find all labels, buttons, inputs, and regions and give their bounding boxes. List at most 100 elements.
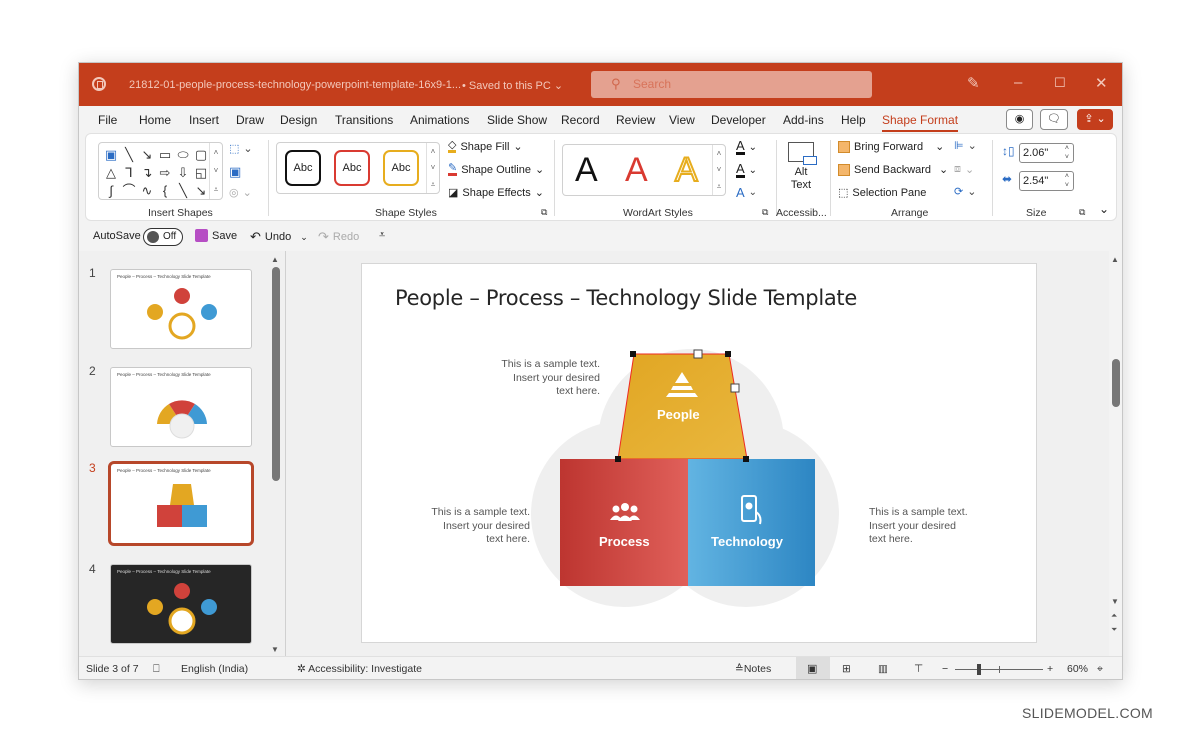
tab-view[interactable]: View [669, 113, 695, 127]
align-button[interactable]: ⊫ ⌄ [954, 139, 977, 152]
arrow-line-shape-icon[interactable]: ↘ [138, 146, 156, 164]
spinner-arrows-icon[interactable]: ˄ ˅ [1065, 144, 1069, 162]
arrow2-shape-icon[interactable]: ↘ [192, 182, 210, 200]
scroll-up-icon[interactable]: ˄ [210, 143, 222, 162]
slide-thumbnail-3[interactable]: People – Process – Technology Slide Temp… [108, 461, 254, 546]
scroll-up-icon[interactable]: ˄ [427, 143, 439, 160]
scroll-up-icon[interactable]: ˄ [713, 145, 725, 162]
scroll-down-arrow-icon[interactable]: ▼ [1111, 597, 1119, 606]
save-status[interactable]: • Saved to this PC ⌄ [462, 79, 563, 92]
scroll-up-arrow-icon[interactable]: ▲ [1111, 255, 1119, 264]
tab-shape-format[interactable]: Shape Format [882, 113, 959, 132]
sample-text-process[interactable]: This is a sample text. Insert your desire… [408, 506, 530, 547]
next-slide-icon[interactable]: ⏷ [1111, 625, 1117, 635]
shape-effects-button[interactable]: ◪ Shape Effects ⌄ [448, 186, 544, 200]
tab-file[interactable]: File [98, 113, 117, 127]
spinner-arrows-icon[interactable]: ˄ ˅ [1065, 172, 1069, 190]
tab-review[interactable]: Review [616, 113, 655, 127]
shape-fill-button[interactable]: ◇ Shape Fill ⌄ [448, 140, 523, 153]
size-launcher-icon[interactable]: ⧉ [1079, 207, 1085, 218]
collapse-ribbon-icon[interactable]: ⌄ [1099, 202, 1109, 216]
wordart-gallery[interactable]: A A A ˄ ˅ ⩡ [562, 144, 726, 196]
shape-style-red[interactable]: Abc [334, 150, 370, 186]
undo-button[interactable]: ↶ Undo ⌄ [250, 229, 308, 245]
selection-pane-button[interactable]: ⬚ Selection Pane [838, 186, 926, 200]
wordart-black[interactable]: A [575, 151, 598, 190]
zoom-slider-thumb[interactable] [977, 664, 982, 675]
zoom-level[interactable]: 60% [1067, 663, 1088, 675]
shape-styles-launcher-icon[interactable]: ⧉ [541, 207, 547, 218]
tab-transitions[interactable]: Transitions [335, 113, 393, 127]
accessibility-button[interactable]: ✲ Accessibility: Investigate [297, 663, 422, 675]
share-button[interactable]: ⇪ ⌄ [1077, 109, 1113, 130]
shapes-gallery-scroll[interactable]: ˄ ˅ ⩡ [209, 143, 222, 199]
tab-help[interactable]: Help [841, 113, 866, 127]
scroll-down-arrow-icon[interactable]: ▼ [271, 645, 279, 654]
rounded-rectangle-shape-icon[interactable]: ▢ [192, 146, 210, 164]
reading-view-button[interactable]: ▥ [878, 663, 888, 675]
scroll-up-arrow-icon[interactable]: ▲ [271, 255, 279, 264]
designer-pen-icon[interactable]: ✎ [967, 74, 980, 92]
fit-to-window-icon[interactable]: ⌖ [1097, 663, 1103, 676]
zoom-out-button[interactable]: − [942, 663, 948, 675]
shapes-gallery[interactable]: ▣ ╲ ↘ ▭ ⬭ ▢ △ ⅂ ↴ ⇨ ⇩ ◱ ∫ ⌒ ∿ { ╲ ↘ ˄ ˅ … [98, 142, 223, 200]
tab-add-ins[interactable]: Add-ins [783, 113, 824, 127]
freeform-shape-icon[interactable]: ∫ [102, 182, 120, 200]
triangle-shape-icon[interactable]: △ [102, 164, 120, 182]
scroll-down-icon[interactable]: ˅ [210, 162, 222, 181]
expand-gallery-icon[interactable]: ⩡ [713, 178, 725, 195]
editor-scrollbar[interactable]: ▲ ▼ ⏶ ⏷ [1109, 251, 1122, 656]
tab-slide-show[interactable]: Slide Show [487, 113, 547, 127]
maximize-button[interactable]: ☐ [1054, 75, 1066, 91]
shape-width-input[interactable]: 2.54" ˄ ˅ [1019, 171, 1074, 191]
expand-gallery-icon[interactable]: ⩡ [427, 176, 439, 193]
send-backward-button[interactable]: Send Backward ⌄ [838, 163, 948, 176]
textbox-shape-icon[interactable]: ▣ [102, 146, 120, 164]
tab-insert[interactable]: Insert [189, 113, 219, 127]
merge-shapes-button[interactable]: ◎ ⌄ [229, 186, 252, 199]
rectangle-shape-icon[interactable]: ▭ [156, 146, 174, 164]
shape-outline-button[interactable]: ✎ Shape Outline ⌄ [448, 163, 544, 176]
record-button[interactable]: ◉ [1006, 109, 1033, 130]
language-indicator[interactable]: English (India) [181, 663, 248, 675]
expand-gallery-icon[interactable]: ⩡ [210, 180, 222, 199]
zoom-in-button[interactable]: + [1047, 663, 1053, 675]
text-outline-button[interactable]: A ⌄ [736, 162, 757, 178]
spell-check-icon[interactable]: ⎕ [153, 663, 160, 676]
thumbnails-scrollbar[interactable]: ▲ ▼ [269, 251, 283, 656]
line2-shape-icon[interactable]: ╲ [174, 182, 192, 200]
snip-shape-icon[interactable]: ◱ [192, 164, 210, 182]
wordart-scroll[interactable]: ˄ ˅ ⩡ [712, 145, 725, 195]
slide-canvas[interactable]: People – Process – Technology Slide Temp… [361, 263, 1037, 643]
notes-button[interactable]: ≙Notes [735, 663, 771, 675]
minimize-button[interactable]: – [1014, 74, 1022, 91]
text-fill-button[interactable]: A ⌄ [736, 139, 757, 155]
search-box[interactable]: ⚲ Search [591, 71, 872, 98]
slide-show-button[interactable]: ⊤ [914, 663, 923, 675]
autosave-toggle[interactable]: Off [143, 228, 183, 246]
slide-sorter-button[interactable]: ⊞ [842, 663, 851, 675]
rotate-button[interactable]: ⟳ ⌄ [954, 185, 976, 198]
zoom-slider[interactable] [955, 664, 1043, 675]
curve-shape-icon[interactable]: ∿ [138, 182, 156, 200]
alt-text-button[interactable]: Alt Text [786, 142, 817, 192]
elbow-arrow-shape-icon[interactable]: ↴ [138, 164, 156, 182]
panel-divider[interactable] [285, 251, 286, 656]
scroll-down-icon[interactable]: ˅ [427, 160, 439, 177]
right-arrow-shape-icon[interactable]: ⇨ [156, 164, 174, 182]
customize-qat-icon[interactable]: ⩡ [379, 229, 385, 242]
slide-thumbnail-2[interactable]: People – Process – Technology Slide Temp… [110, 367, 252, 447]
line-shape-icon[interactable]: ╲ [120, 146, 138, 164]
slide-thumbnail-4[interactable]: People – Process – Technology Slide Temp… [110, 564, 252, 644]
text-box-button[interactable]: ▣ [229, 164, 241, 180]
tab-developer[interactable]: Developer [711, 113, 766, 127]
text-effects-button[interactable]: A ⌄ [736, 185, 757, 200]
shape-styles-gallery[interactable]: Abc Abc Abc ˄ ˅ ⩡ [276, 142, 440, 194]
scroll-down-icon[interactable]: ˅ [713, 162, 725, 179]
shape-styles-scroll[interactable]: ˄ ˅ ⩡ [426, 143, 439, 193]
normal-view-button[interactable]: ▣ [796, 657, 830, 679]
down-arrow-shape-icon[interactable]: ⇩ [174, 164, 192, 182]
wordart-red[interactable]: A [625, 151, 648, 190]
previous-slide-icon[interactable]: ⏶ [1111, 611, 1117, 621]
tab-record[interactable]: Record [561, 113, 600, 127]
